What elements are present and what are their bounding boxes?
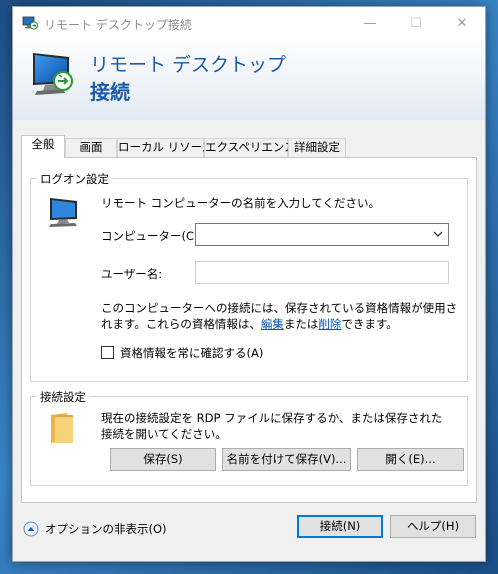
username-field[interactable]	[195, 261, 449, 284]
open-button[interactable]: 開く(E)...	[357, 448, 464, 471]
chevron-down-icon[interactable]	[432, 228, 444, 240]
collapse-arrow-icon[interactable]	[23, 521, 39, 537]
info-text-part3: できます。	[341, 317, 398, 331]
info-text-part2: または	[283, 317, 319, 331]
username-label: ユーザー名:	[101, 267, 163, 281]
save-button[interactable]: 保存(S)	[110, 448, 216, 471]
computer-prompt: リモート コンピューターの名前を入力してください。	[101, 196, 380, 210]
help-button[interactable]: ヘルプ(H)	[390, 515, 476, 538]
options-label[interactable]: オプションの非表示(O)	[45, 521, 167, 537]
maximize-icon: ☐	[410, 16, 422, 31]
tab-display[interactable]: 画面	[65, 138, 117, 157]
connection-settings-label: 接続設定	[37, 389, 89, 405]
options-toggle[interactable]: オプションの非表示(O)	[23, 520, 167, 538]
banner-title-line2: 接続	[90, 80, 130, 104]
connection-settings-group: 接続設定 現在の接続設定を RDP ファイルに保存するか、または保存された接続を…	[30, 389, 468, 486]
close-button[interactable]: ✕	[439, 7, 485, 40]
close-icon: ✕	[456, 16, 468, 31]
remote-desktop-window: リモート デスクトップ接続 — ☐ ✕ リモート デスクトップ 接続 全般 画面…	[12, 6, 486, 562]
logon-settings-label: ログオン設定	[37, 171, 112, 187]
always-ask-credentials-label[interactable]: 資格情報を常に確認する(A)	[120, 345, 263, 361]
remote-desktop-icon	[22, 16, 38, 30]
tab-local-resources[interactable]: ローカル リソース	[117, 138, 213, 157]
folder-icon	[51, 413, 73, 443]
always-ask-credentials-checkbox[interactable]	[101, 346, 114, 359]
tab-general[interactable]: 全般	[21, 135, 65, 158]
tab-strip: 全般 画面 ローカル リソース エクスペリエンス 詳細設定	[21, 135, 481, 158]
credentials-info-text: このコンピューターへの接続には、保存されている資格情報が使用されます。これらの資…	[101, 300, 461, 332]
tab-advanced[interactable]: 詳細設定	[288, 138, 346, 157]
save-as-button[interactable]: 名前を付けて保存(V)...	[222, 448, 351, 471]
delete-credentials-link[interactable]: 削除	[318, 317, 341, 331]
window-title: リモート デスクトップ接続	[44, 18, 192, 32]
logon-settings-group: ログオン設定 リモート コンピューターの名前を入力してください。 コンピューター…	[30, 171, 468, 382]
connect-button[interactable]: 接続(N)	[297, 515, 383, 538]
title-bar[interactable]: リモート デスクトップ接続 — ☐ ✕	[13, 7, 485, 40]
tab-experience[interactable]: エクスペリエンス	[204, 138, 296, 157]
general-tab-panel: ログオン設定 リモート コンピューターの名前を入力してください。 コンピューター…	[21, 157, 477, 503]
computer-combobox[interactable]	[195, 223, 449, 246]
banner-title-line1: リモート デスクトップ	[90, 54, 287, 76]
connection-description: 現在の接続設定を RDP ファイルに保存するか、または保存された接続を開いてくだ…	[101, 411, 443, 441]
header-banner: リモート デスクトップ 接続	[13, 40, 485, 120]
computer-icon	[49, 198, 77, 227]
minimize-icon: —	[363, 16, 377, 31]
edit-credentials-link[interactable]: 編集	[261, 317, 284, 331]
maximize-button[interactable]: ☐	[393, 7, 439, 40]
remote-desktop-large-icon	[33, 53, 73, 95]
computer-label: コンピューター(C):	[101, 229, 203, 243]
minimize-button[interactable]: —	[347, 7, 393, 40]
